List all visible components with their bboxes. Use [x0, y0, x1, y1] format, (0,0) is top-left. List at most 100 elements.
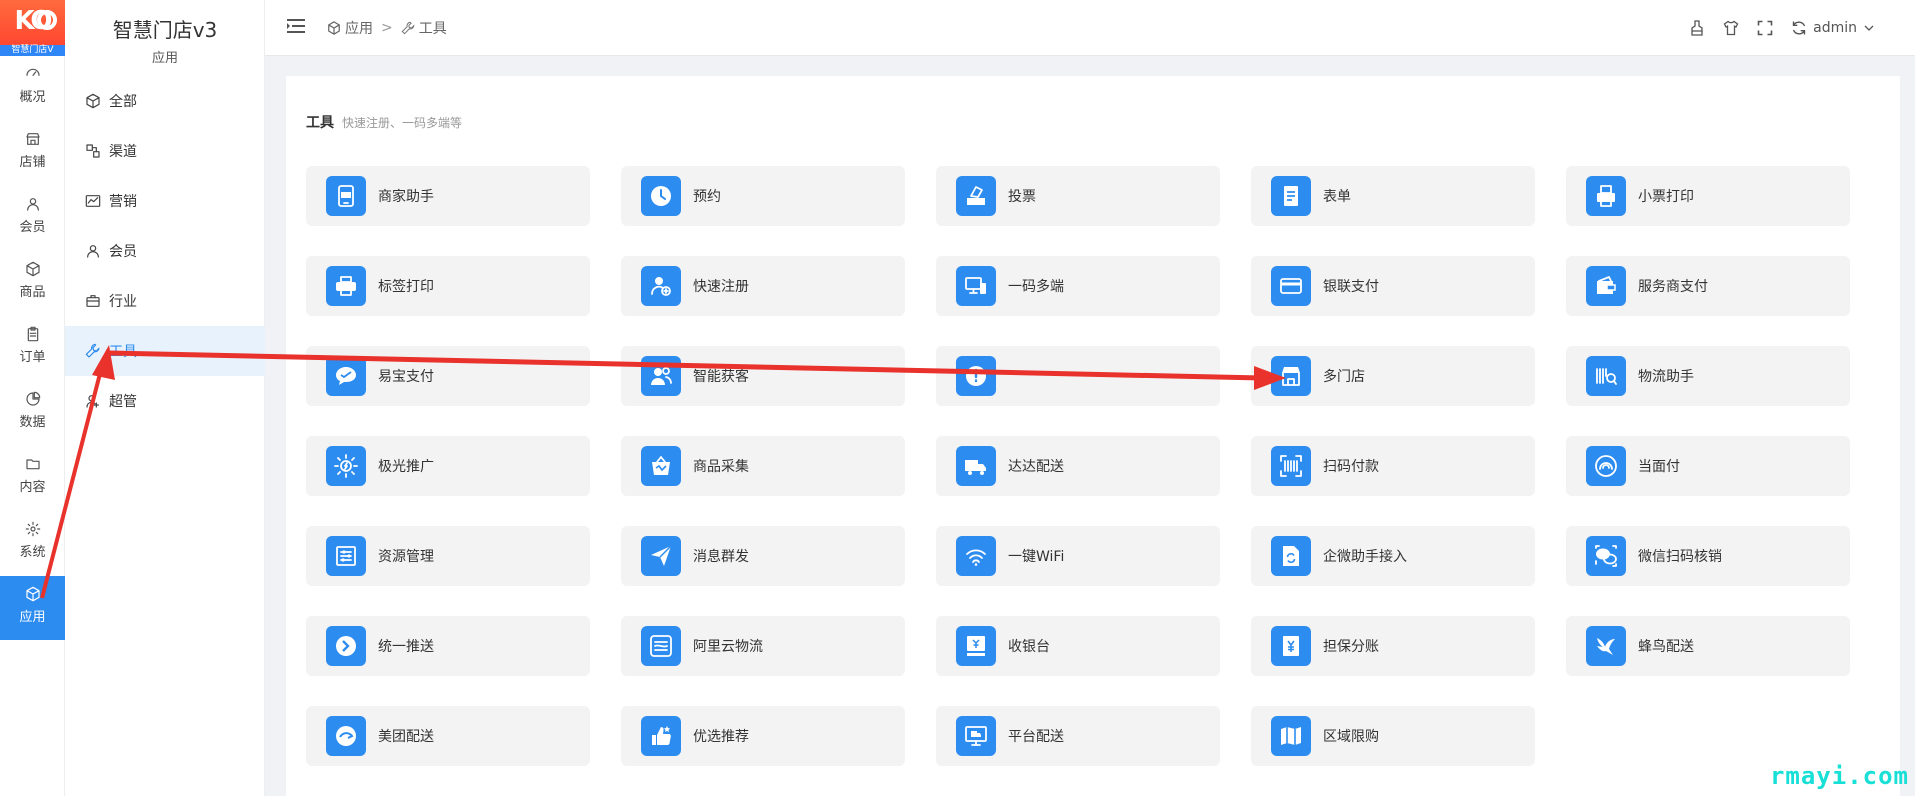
tool-tile[interactable]: 扫码付款 — [1251, 436, 1535, 496]
tool-tile[interactable]: 担保分账 — [1251, 616, 1535, 676]
breadcrumb-current: 工具 — [418, 21, 447, 37]
tool-tile[interactable]: 标签打印 — [306, 256, 590, 316]
watermark: rmayi.com — [1769, 762, 1909, 790]
shop-icon — [25, 131, 41, 147]
fullscreen-icon[interactable] — [1757, 20, 1773, 36]
sidebar-item[interactable]: 营销 — [65, 176, 265, 226]
tool-tile[interactable]: 小票打印 — [1566, 166, 1850, 226]
tool-tile[interactable]: 一键WiFi — [936, 526, 1220, 586]
rail-item[interactable]: 商品 — [0, 251, 65, 315]
tool-tile[interactable]: 商品采集 — [621, 436, 905, 496]
chat-icon — [326, 356, 366, 396]
wrench-icon — [85, 343, 100, 358]
menu-toggle-icon[interactable] — [287, 18, 305, 34]
tool-tile[interactable]: 表单 — [1251, 166, 1535, 226]
rail-item-label: 系统 — [19, 545, 46, 560]
logo-ring — [37, 10, 57, 30]
tool-tile[interactable] — [936, 346, 1220, 406]
rail-item[interactable]: 应用 — [0, 576, 65, 640]
tool-tile[interactable]: 快速注册 — [621, 256, 905, 316]
tool-tile-label: 蜂鸟配送 — [1638, 639, 1694, 655]
logo-caption: 智慧门店V — [0, 45, 65, 56]
sidebar-item-label: 全部 — [109, 94, 137, 110]
tool-tile[interactable]: 微信扫码核销 — [1566, 526, 1850, 586]
app-logo[interactable]: KO 智慧门店V — [0, 0, 65, 56]
meituan-icon — [336, 726, 356, 746]
rail-item[interactable]: 概况 — [0, 56, 65, 120]
rail-item-label: 数据 — [19, 415, 46, 430]
tool-tile[interactable]: 优选推荐 — [621, 706, 905, 766]
monitor-delivery-icon — [965, 726, 987, 746]
sidebar-item[interactable]: 工具 — [65, 326, 265, 376]
sidebar-item[interactable]: 渠道 — [65, 126, 265, 176]
truck-icon — [965, 460, 986, 475]
tool-tile[interactable]: 商家助手 — [306, 166, 590, 226]
briefcase-icon — [86, 295, 100, 307]
tool-tile[interactable]: 预约 — [621, 166, 905, 226]
tool-tile[interactable]: 易宝支付 — [306, 346, 590, 406]
tools-card: 工具 快速注册、一码多端等 商家助手 预约 投票 表单 小票打印 标签打印 快速注册 一码多端… — [286, 76, 1900, 796]
contactless-icon — [1595, 455, 1617, 477]
chart-pie-icon — [25, 391, 40, 406]
tool-tile[interactable]: 极光推广 — [306, 436, 590, 496]
tool-tile-label: 商家助手 — [378, 189, 434, 205]
tool-tile[interactable]: 企微助手接入 — [1251, 526, 1535, 586]
receipt-printer-icon — [1586, 176, 1626, 216]
tool-tile[interactable]: 多门店 — [1251, 346, 1535, 406]
rail-item[interactable]: 会员 — [0, 186, 65, 250]
user-name[interactable]: admin — [1813, 20, 1857, 36]
breadcrumb-root[interactable]: 应用 — [345, 18, 373, 38]
sidebar-item[interactable]: 全部 — [65, 76, 265, 126]
rail-item-label: 商品 — [19, 285, 46, 300]
tool-tile-label: 达达配送 — [1008, 459, 1064, 475]
tool-tile-label: 智能获客 — [693, 369, 749, 385]
wifi-icon — [956, 536, 996, 576]
tool-tile-label: 服务商支付 — [1638, 279, 1708, 295]
clean-icon[interactable] — [1689, 20, 1705, 36]
rail-item[interactable]: 店铺 — [0, 121, 65, 185]
wifi-icon — [966, 549, 986, 566]
sidebar-item-label: 渠道 — [109, 144, 137, 160]
tool-tile[interactable]: 阿里云物流 — [621, 616, 905, 676]
card-icon — [1280, 278, 1302, 294]
tool-tile[interactable]: 智能获客 — [621, 346, 905, 406]
dashboard-icon — [25, 68, 40, 76]
tool-tile[interactable]: 达达配送 — [936, 436, 1220, 496]
tool-tile-label: 美团配送 — [378, 729, 434, 745]
rail-item[interactable]: 订单 — [0, 316, 65, 380]
admin-icon — [85, 393, 101, 409]
tool-tile[interactable]: 投票 — [936, 166, 1220, 226]
tool-tile[interactable]: 区域限购 — [1251, 706, 1535, 766]
rail-item[interactable]: 数据 — [0, 381, 65, 445]
chevron-down-icon[interactable] — [1863, 22, 1875, 34]
tool-tile[interactable]: 当面付 — [1566, 436, 1850, 496]
tool-tile[interactable]: 蜂鸟配送 — [1566, 616, 1850, 676]
tool-tile[interactable]: 美团配送 — [306, 706, 590, 766]
sidebar-item[interactable]: 行业 — [65, 276, 265, 326]
app-icon — [326, 176, 366, 216]
tool-tile[interactable]: 一码多端 — [936, 256, 1220, 316]
tool-tile[interactable]: 收银台 — [936, 616, 1220, 676]
tool-tile[interactable]: 消息群发 — [621, 526, 905, 586]
sidebar-item[interactable]: 会员 — [65, 226, 265, 276]
sidebar-item-label: 营销 — [109, 194, 137, 210]
tool-tile[interactable]: 资源管理 — [306, 526, 590, 586]
rail-item[interactable]: 内容 — [0, 446, 65, 510]
tool-tile[interactable]: 物流助手 — [1566, 346, 1850, 406]
tool-tile[interactable]: 服务商支付 — [1566, 256, 1850, 316]
tool-tile-label: 预约 — [693, 189, 721, 205]
tool-tile[interactable]: 银联支付 — [1251, 256, 1535, 316]
tool-tile[interactable]: 统一推送 — [306, 616, 590, 676]
sidebar-item[interactable]: 超管 — [65, 376, 265, 426]
section-subtitle: 快速注册、一码多端等 — [342, 116, 463, 130]
cube-icon — [25, 586, 40, 602]
tool-tile-label: 小票打印 — [1638, 189, 1694, 205]
tool-tile[interactable]: 平台配送 — [936, 706, 1220, 766]
rail-item-label: 订单 — [19, 350, 46, 365]
rail-item-label: 会员 — [19, 220, 46, 235]
rail-item[interactable]: 系统 — [0, 511, 65, 575]
sun-icon — [326, 446, 366, 486]
shirt-icon[interactable] — [1723, 20, 1739, 36]
refresh-icon[interactable] — [1791, 20, 1807, 36]
wechat-icon — [1595, 545, 1617, 567]
